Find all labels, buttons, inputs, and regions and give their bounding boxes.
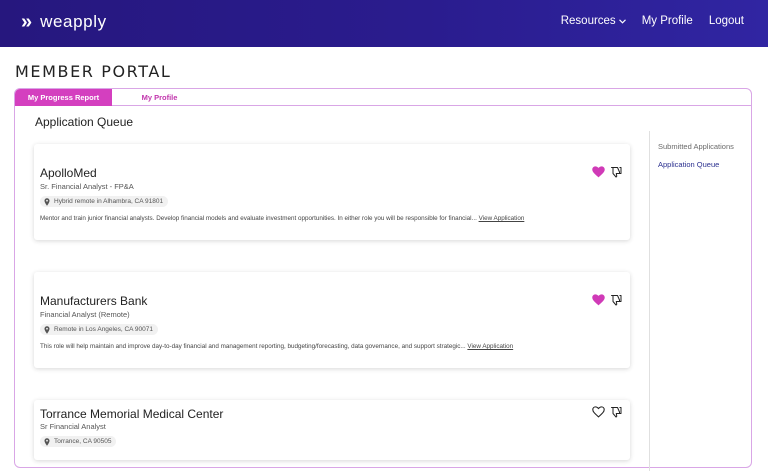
tab-bar: My Progress Report My Profile xyxy=(15,89,751,106)
job-description: This role will help maintain and improve… xyxy=(40,343,513,350)
job-location: Hybrid remote in Alhambra, CA 91801 xyxy=(54,198,164,205)
card-actions xyxy=(592,406,622,418)
job-card: Manufacturers Bank Financial Analyst (Re… xyxy=(34,272,630,368)
location-badge: Hybrid remote in Alhambra, CA 91801 xyxy=(40,196,169,207)
location-badge: Torrance, CA 90505 xyxy=(40,436,117,447)
heart-filled-icon[interactable] xyxy=(592,294,605,306)
job-card: ApolloMed Sr. Financial Analyst - FP&A H… xyxy=(34,144,630,240)
job-description-text: Mentor and train junior financial analys… xyxy=(40,215,477,222)
job-role: Financial Analyst (Remote) xyxy=(40,310,130,319)
sidebar-item-submitted-applications[interactable]: Submitted Applications xyxy=(658,142,734,151)
thumbs-down-icon[interactable] xyxy=(610,406,622,418)
location-badge: Remote in Los Angeles, CA 90071 xyxy=(40,324,159,335)
tab-my-progress-report[interactable]: My Progress Report xyxy=(15,89,112,106)
section-title: Application Queue xyxy=(35,115,134,129)
logo-text: weapply xyxy=(40,12,107,31)
job-company: Manufacturers Bank xyxy=(40,294,148,308)
top-navigation-bar: » weapply Resources My Profile Logout xyxy=(0,0,768,47)
logo[interactable]: » weapply xyxy=(21,12,107,32)
view-application-link[interactable]: View Application xyxy=(479,215,525,222)
card-actions xyxy=(592,294,622,306)
job-location: Remote in Los Angeles, CA 90071 xyxy=(54,326,154,333)
job-card: Torrance Memorial Medical Center Sr Fina… xyxy=(34,400,630,460)
nav-logout[interactable]: Logout xyxy=(709,15,744,27)
thumbs-down-icon[interactable] xyxy=(610,166,622,178)
tab-my-profile[interactable]: My Profile xyxy=(112,89,207,106)
chevron-down-icon xyxy=(618,16,626,26)
thumbs-down-icon[interactable] xyxy=(610,294,622,306)
job-company: ApolloMed xyxy=(40,166,97,180)
card-actions xyxy=(592,166,622,178)
job-role: Sr. Financial Analyst - FP&A xyxy=(40,182,134,191)
location-pin-icon xyxy=(44,325,50,334)
nav-links: Resources My Profile Logout xyxy=(545,15,744,27)
job-location: Torrance, CA 90505 xyxy=(54,438,112,445)
nav-resources[interactable]: Resources xyxy=(561,15,626,27)
heart-outline-icon[interactable] xyxy=(592,406,605,418)
job-description-text: This role will help maintain and improve… xyxy=(40,343,466,350)
nav-resources-label: Resources xyxy=(560,15,616,27)
page-title: MEMBER PORTAL xyxy=(15,62,172,81)
heart-filled-icon[interactable] xyxy=(592,166,605,178)
right-sidebar: Submitted Applications Application Queue xyxy=(649,131,753,471)
location-pin-icon xyxy=(44,437,50,446)
double-chevron-icon: » xyxy=(21,11,32,33)
job-role: Sr Financial Analyst xyxy=(40,422,106,431)
view-application-link[interactable]: View Application xyxy=(467,343,513,350)
location-pin-icon xyxy=(44,197,50,206)
job-description: Mentor and train junior financial analys… xyxy=(40,215,524,222)
job-company: Torrance Memorial Medical Center xyxy=(40,407,224,421)
nav-my-profile[interactable]: My Profile xyxy=(642,15,693,27)
sidebar-item-application-queue[interactable]: Application Queue xyxy=(658,160,719,169)
